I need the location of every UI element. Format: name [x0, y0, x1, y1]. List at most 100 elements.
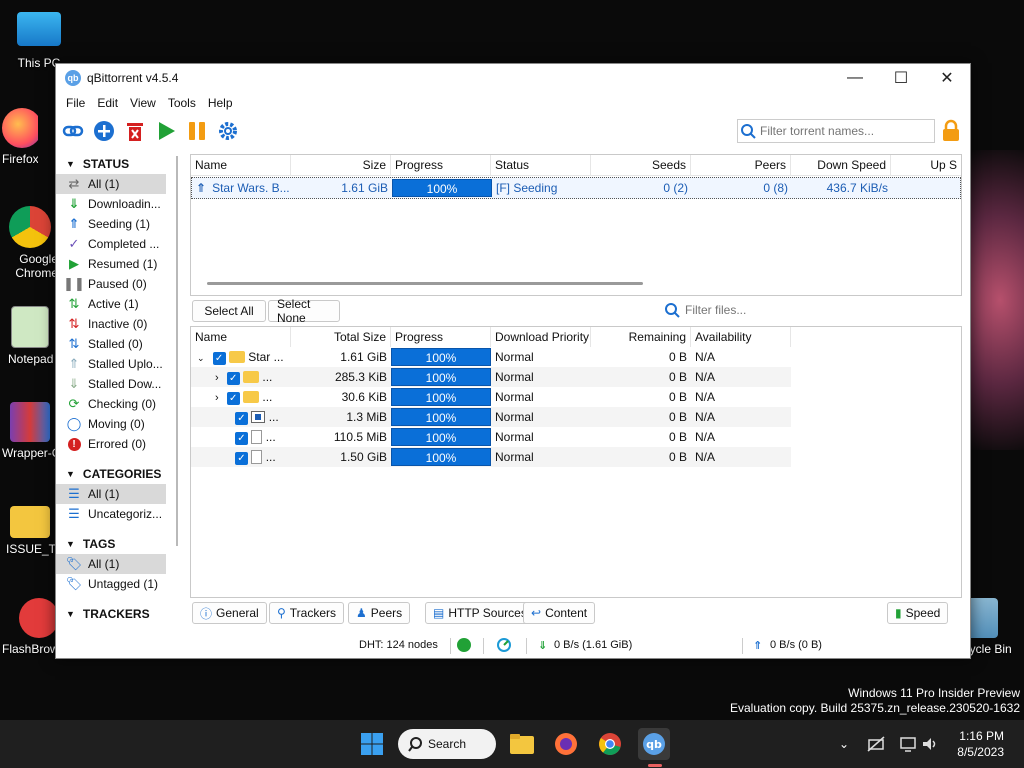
speed-limit-icon[interactable] — [496, 637, 512, 656]
sidebar-item-tag-all[interactable]: 🏷 All (1) — [56, 554, 166, 574]
sidebar-item-status-all[interactable]: ⇄ All (1) — [56, 174, 166, 194]
desktop-icon-chrome[interactable]: Google Chrome — [2, 206, 58, 280]
file-priority[interactable]: Normal — [491, 350, 591, 364]
desktop-icon-this-pc[interactable]: This PC — [4, 10, 74, 70]
tab-general[interactable]: ⓘ General — [192, 602, 267, 624]
select-none-button[interactable]: Select None — [268, 297, 340, 325]
taskbar-search[interactable]: Search — [398, 729, 496, 759]
minimize-button[interactable]: — — [832, 64, 878, 92]
file-checkbox[interactable]: ✓ — [235, 431, 248, 445]
sidebar-item-completed[interactable]: ✓ Completed ... — [56, 234, 176, 254]
column-availability[interactable]: Availability — [691, 327, 791, 347]
file-checkbox[interactable]: ✓ — [226, 371, 240, 385]
torrent-row[interactable]: ⇑ Star Wars. B... 1.61 GiB 100% [F] Seedi… — [191, 177, 961, 199]
tray-volume-icon[interactable] — [914, 728, 946, 760]
desktop-icon-notepad[interactable]: Notepad — [2, 306, 58, 366]
tray-overflow-chevron-icon[interactable]: ⌄ — [828, 728, 860, 760]
column-progress[interactable]: Progress — [391, 155, 491, 175]
sidebar-item-untagged[interactable]: 🏷 Untagged (1) — [56, 574, 176, 594]
sidebar-item-resumed[interactable]: ▶ Resumed (1) — [56, 254, 176, 274]
column-total-size[interactable]: Total Size — [291, 327, 391, 347]
add-torrent-file-button[interactable] — [91, 118, 117, 144]
taskbar-firefox[interactable] — [550, 728, 582, 760]
taskbar-clock[interactable]: 1:16 PM 8/5/2023 — [957, 728, 1004, 760]
resume-button[interactable] — [153, 118, 179, 144]
sidebar-item-paused[interactable]: ❚❚ Paused (0) — [56, 274, 176, 294]
file-checkbox[interactable]: ✓ — [235, 451, 248, 465]
sidebar-item-seeding[interactable]: ⇑ Seeding (1) — [56, 214, 176, 234]
column-status[interactable]: Status — [491, 155, 591, 175]
file-checkbox[interactable]: ✓ — [235, 411, 248, 425]
column-seeds[interactable]: Seeds — [591, 155, 691, 175]
tags-section-header[interactable]: ▼ TAGS — [56, 534, 176, 554]
taskbar-qbittorrent[interactable]: qb — [638, 728, 670, 760]
options-button[interactable] — [215, 118, 241, 144]
categories-section-header[interactable]: ▼ CATEGORIES — [56, 464, 176, 484]
chevron-right-icon[interactable]: › — [215, 372, 219, 384]
file-filter-box[interactable] — [661, 299, 957, 321]
menu-tools[interactable]: Tools — [162, 96, 202, 110]
sidebar-item-inactive[interactable]: ⇅ Inactive (0) — [56, 314, 176, 334]
file-checkbox[interactable]: ✓ — [212, 351, 226, 365]
sidebar-item-uncategorized[interactable]: ☰ Uncategoriz... — [56, 504, 176, 524]
column-file-progress[interactable]: Progress — [391, 327, 491, 347]
file-row[interactable]: ⌄ ✓ Star ... 1.61 GiB 100% Normal 0 B N/A — [191, 347, 961, 367]
sidebar-item-active[interactable]: ⇅ Active (1) — [56, 294, 176, 314]
sidebar-item-checking[interactable]: ⟳ Checking (0) — [56, 394, 176, 414]
maximize-button[interactable]: ☐ — [878, 64, 924, 92]
tab-content[interactable]: ↩ Content — [523, 602, 596, 624]
column-name[interactable]: Name — [191, 155, 291, 175]
torrent-list-hscrollbar[interactable] — [207, 282, 643, 285]
sidebar-item-category-all[interactable]: ☰ All (1) — [56, 484, 166, 504]
desktop-icon-firefox[interactable]: Firefox — [2, 108, 38, 166]
sidebar-scrollbar[interactable] — [176, 156, 178, 546]
desktop-icon-wrapper[interactable]: Wrapper-C — [2, 402, 58, 460]
column-size[interactable]: Size — [291, 155, 391, 175]
trackers-section-header[interactable]: ▼ TRACKERS — [56, 604, 176, 624]
menu-view[interactable]: View — [124, 96, 162, 110]
menu-file[interactable]: File — [60, 96, 91, 110]
sidebar-item-errored[interactable]: ! Errored (0) — [56, 434, 176, 454]
desktop-icon-issue[interactable]: ISSUE_TE — [2, 500, 58, 556]
tab-trackers[interactable]: ⚲ Trackers — [269, 602, 345, 624]
tab-speed[interactable]: ▮ Speed — [887, 602, 949, 624]
file-priority[interactable]: Normal — [491, 450, 591, 464]
menu-help[interactable]: Help — [202, 96, 239, 110]
sidebar-item-stalled-uploading[interactable]: ⇑ Stalled Uplo... — [56, 354, 176, 374]
torrent-search-box[interactable] — [737, 119, 935, 143]
start-button[interactable] — [356, 728, 388, 760]
file-checkbox[interactable]: ✓ — [226, 391, 240, 405]
sidebar-item-stalled[interactable]: ⇅ Stalled (0) — [56, 334, 176, 354]
close-button[interactable]: ✕ — [924, 64, 970, 92]
tab-peers[interactable]: ♟ Peers — [348, 602, 411, 624]
delete-torrent-button[interactable] — [122, 118, 148, 144]
sidebar-item-downloading[interactable]: ⇓ Downloadin... — [56, 194, 176, 214]
column-peers[interactable]: Peers — [691, 155, 791, 175]
file-row[interactable]: › ✓ ... 30.6 KiB 100% Normal 0 B N/A — [191, 387, 961, 407]
file-row[interactable]: ✓ ... 110.5 MiB 100% Normal 0 B N/A — [191, 427, 961, 447]
file-priority[interactable]: Normal — [491, 430, 591, 444]
column-down-speed[interactable]: Down Speed — [791, 155, 891, 175]
file-priority[interactable]: Normal — [491, 370, 591, 384]
pause-button[interactable] — [184, 118, 210, 144]
tray-network-icon[interactable] — [860, 728, 892, 760]
torrent-search-input[interactable] — [758, 123, 927, 139]
file-row[interactable]: › ✓ ... 285.3 KiB 100% Normal 0 B N/A — [191, 367, 791, 387]
status-section-header[interactable]: ▼ STATUS — [56, 154, 176, 174]
sidebar-item-moving[interactable]: ◯ Moving (0) — [56, 414, 176, 434]
file-priority[interactable]: Normal — [491, 410, 591, 424]
column-file-name[interactable]: Name — [191, 327, 291, 347]
taskbar-chrome[interactable] — [594, 728, 626, 760]
chevron-down-icon[interactable]: ⌄ — [197, 353, 205, 363]
sidebar-item-stalled-downloading[interactable]: ⇓ Stalled Dow... — [56, 374, 176, 394]
chevron-right-icon[interactable]: › — [215, 392, 219, 404]
add-torrent-link-button[interactable] — [60, 118, 86, 144]
file-filter-input[interactable] — [683, 302, 947, 318]
tab-http-sources[interactable]: ▤ HTTP Sources — [425, 602, 535, 624]
lock-button[interactable] — [940, 119, 962, 143]
column-download-priority[interactable]: Download Priority — [491, 327, 591, 347]
file-priority[interactable]: Normal — [491, 390, 591, 404]
file-row[interactable]: ✓ ... 1.3 MiB 100% Normal 0 B N/A — [191, 407, 791, 427]
column-up-speed[interactable]: Up S — [891, 155, 961, 175]
connection-status-icon[interactable] — [456, 637, 472, 656]
